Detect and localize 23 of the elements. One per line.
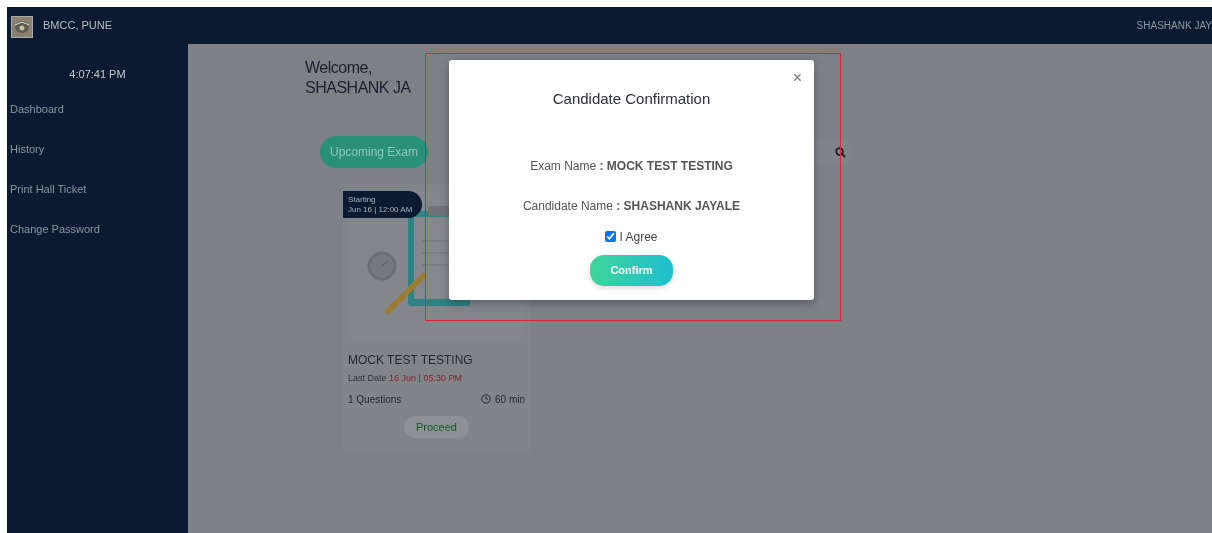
emblem-logo-icon	[11, 14, 33, 37]
clock-time: 4:07:41 PM	[68, 67, 127, 82]
sidebar-link[interactable]: Dashboard	[7, 100, 188, 141]
question-count: 1 Questions	[348, 392, 402, 407]
sidebar-link[interactable]: History	[7, 140, 188, 181]
search-icon[interactable]	[835, 146, 846, 158]
detail-line: Exam Name : MOCK TEST TESTING	[529, 157, 734, 175]
agree-label: I Agree	[619, 228, 658, 246]
agree-checkbox[interactable]	[605, 231, 617, 242]
dialog-title: Candidate Confirmation	[551, 89, 712, 109]
detail-line: Candidate Name : SHASHANK JAYALE	[521, 197, 742, 215]
close-button[interactable]: ×	[790, 68, 804, 88]
brand-name[interactable]: BMCC, PUNE	[43, 17, 113, 34]
last-date: Last Date 16 Jun | 05:30 PM	[348, 372, 463, 385]
start-date-badge: Starting Jun 16 | 12:00 AM	[343, 191, 423, 219]
sidebar-link[interactable]: Change Password	[7, 220, 188, 261]
exam-duration: 60 min	[495, 392, 525, 407]
clock-icon	[481, 394, 491, 404]
welcome-heading: SHASHANK JA	[305, 78, 411, 98]
welcome-heading: Welcome,	[305, 58, 372, 78]
sidebar-link[interactable]: Print Hall Ticket	[7, 180, 188, 221]
exam-title: MOCK TEST TESTING	[348, 352, 474, 369]
user-name[interactable]: SHASHANK JAY	[1136, 18, 1212, 33]
